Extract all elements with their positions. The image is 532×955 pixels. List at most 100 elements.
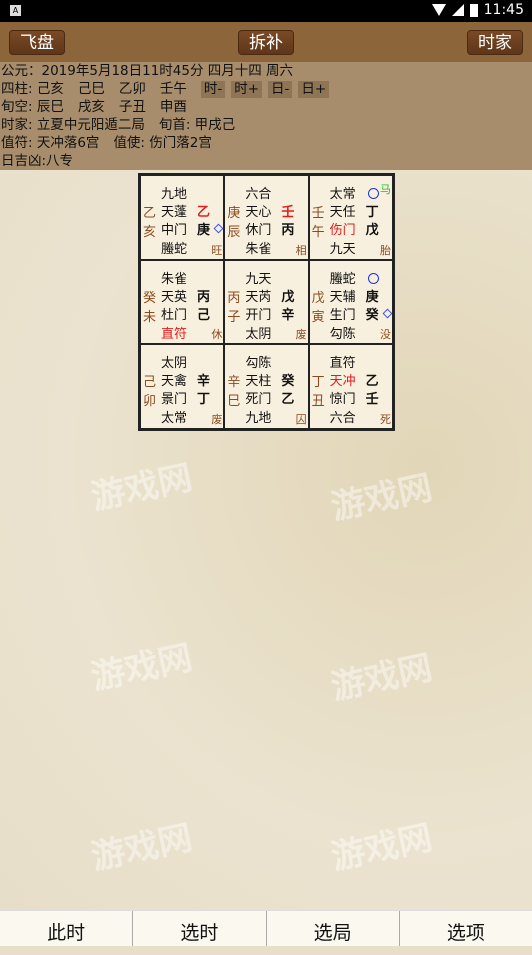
xunshou: 旬首: 甲戌己 — [158, 117, 236, 133]
heaven-stem: 癸 — [281, 374, 295, 390]
xunkong-value: 辰巳 — [36, 99, 64, 115]
palace-cell[interactable]: 壬午 太常 天任 伤门 九天 丁 戊 胎 马 — [308, 175, 393, 260]
earth-stem: 丙 — [281, 223, 295, 238]
wangshuai-status: 相 — [295, 243, 307, 257]
palace-cell[interactable]: 庚辰 六合 天心 休门 朱雀 壬 丙 相 — [224, 175, 309, 260]
palace-cell[interactable]: 戊寅 螣蛇 天辅 生门 勾陈 庚 癸 没 — [308, 259, 393, 345]
day-plus-button[interactable]: 日+ — [298, 80, 330, 98]
palace-cell[interactable]: 丁丑 直符 天冲 惊门 六合 乙 壬 死 — [308, 344, 393, 429]
palace-cell[interactable]: 辛巳 勾陈 天柱 死门 九地 癸 乙 囚 — [224, 344, 309, 429]
god: 勾陈 — [245, 356, 272, 372]
pillar-month: 己巳 — [77, 81, 105, 97]
hour-plus-button[interactable]: 时+ — [231, 80, 263, 98]
tab-options[interactable]: 选项 — [398, 911, 532, 946]
bottom-god: 勾陈 — [329, 326, 356, 342]
clock: 11:45 — [483, 2, 524, 18]
heaven-stem: 乙 — [365, 374, 379, 390]
earth-stem: 辛 — [281, 307, 295, 323]
gregorian-date: 公元：2019年5月18日11时45分 四月十四 周六 — [1, 63, 294, 79]
hour-minus-button[interactable]: 时- — [200, 80, 226, 98]
star: 天心 — [245, 205, 272, 220]
palace-cell[interactable]: 乙亥 九地 天蓬 中门 螣蛇 乙 庚 旺 — [140, 175, 225, 260]
bottom-god: 朱雀 — [245, 242, 272, 257]
door: 惊门 — [329, 392, 356, 408]
wangshuai-status: 死 — [380, 412, 391, 426]
palace-cell[interactable]: 丙子 九天 天芮 开门 太阴 戊 辛 废 — [224, 259, 309, 345]
star: 天英 — [161, 289, 188, 305]
chaibu-button[interactable]: 拆补 — [238, 30, 294, 55]
star: 天冲 — [329, 374, 356, 390]
door: 生门 — [329, 307, 356, 323]
bottom-god: 螣蛇 — [161, 242, 188, 257]
earth-stem-branch: 丙子 — [227, 290, 241, 325]
day-minus-button[interactable]: 日- — [268, 80, 293, 98]
door: 开门 — [245, 307, 272, 323]
earth-stem-branch: 乙亥 — [143, 206, 157, 240]
pillar-day: 乙卯 — [118, 81, 146, 97]
battery-icon — [469, 3, 478, 17]
earth-stem: 己 — [197, 307, 211, 323]
wifi-icon — [431, 4, 446, 16]
god: 螣蛇 — [329, 271, 356, 287]
watermark: 游戏网 — [87, 457, 196, 519]
earth-stem-branch: 丁丑 — [311, 375, 325, 410]
diamond-marker-icon — [382, 308, 393, 319]
bottom-god: 六合 — [329, 411, 356, 427]
wangshuai-status: 废 — [211, 412, 223, 426]
earth-stem-branch: 壬午 — [311, 206, 325, 240]
god: 直符 — [329, 356, 356, 372]
palace-cell[interactable]: 己卯 太阴 天禽 景门 太常 辛 丁 废 — [140, 344, 225, 429]
door: 杜门 — [161, 307, 188, 323]
xunkong-value: 子丑 — [118, 99, 146, 115]
diamond-marker-icon — [213, 223, 224, 234]
info-panel: 公元：2019年5月18日11时45分 四月十四 周六 四柱: 己亥 己巳 乙卯… — [0, 62, 532, 170]
xunkong-label: 旬空: — [1, 99, 33, 115]
heaven-stem: 戊 — [281, 289, 295, 305]
tab-select-time[interactable]: 选时 — [132, 911, 265, 946]
tab-select-ju[interactable]: 选局 — [265, 911, 399, 946]
door: 中门 — [161, 223, 188, 238]
door: 景门 — [161, 392, 188, 408]
door: 休门 — [245, 223, 272, 238]
star: 天禽 — [161, 374, 188, 390]
zhifu: 值符: 天冲落6宫 — [1, 135, 100, 151]
earth-stem-branch: 辛巳 — [227, 375, 241, 410]
fly-plate-button[interactable]: 飞盘 — [9, 30, 65, 55]
earth-stem: 壬 — [365, 392, 379, 408]
tab-now[interactable]: 此时 — [0, 911, 132, 946]
earth-stem-branch: 戊寅 — [311, 290, 325, 325]
wangshuai-status: 废 — [295, 328, 307, 342]
top-bar: 飞盘 拆补 时家 — [0, 22, 532, 62]
star: 天辅 — [329, 289, 356, 305]
pillars-label: 四柱: — [1, 81, 33, 97]
watermark: 游戏网 — [327, 817, 436, 879]
signal-icon — [451, 4, 464, 16]
shijia-ju: 时家: 立夏中元阳遁二局 — [1, 117, 145, 133]
earth-stem: 丁 — [197, 392, 211, 408]
xunkong-value: 戌亥 — [77, 99, 105, 115]
god: 太常 — [329, 187, 356, 202]
day-fortune: 日吉凶:八专 — [1, 153, 74, 169]
star: 天芮 — [245, 289, 272, 305]
shijia-button[interactable]: 时家 — [467, 30, 523, 55]
bottom-god: 九天 — [329, 242, 356, 257]
heaven-stem: 乙 — [197, 205, 211, 220]
wangshuai-status: 旺 — [211, 243, 223, 257]
zhishi: 值使: 伤门落2宫 — [113, 135, 212, 151]
star: 天蓬 — [161, 205, 188, 220]
xunkong-value: 申酉 — [159, 99, 187, 115]
notification-icon: A — [10, 5, 21, 16]
circle-marker-icon — [367, 188, 379, 199]
god: 太阴 — [161, 356, 188, 372]
star: 天柱 — [245, 374, 272, 390]
watermark: 游戏网 — [327, 467, 436, 529]
earth-stem: 乙 — [281, 392, 295, 408]
earth-stem: 庚 — [197, 223, 211, 238]
watermark: 游戏网 — [327, 647, 436, 709]
heaven-stem: 庚 — [365, 289, 379, 305]
palace-cell[interactable]: 癸未 朱雀 天英 杜门 直符 丙 己 休 — [140, 259, 225, 345]
pillar-hour: 壬午 — [159, 81, 187, 97]
earth-stem-branch: 己卯 — [143, 375, 157, 410]
bottom-god: 九地 — [245, 411, 272, 427]
status-bar: A 11:45 — [0, 0, 532, 22]
